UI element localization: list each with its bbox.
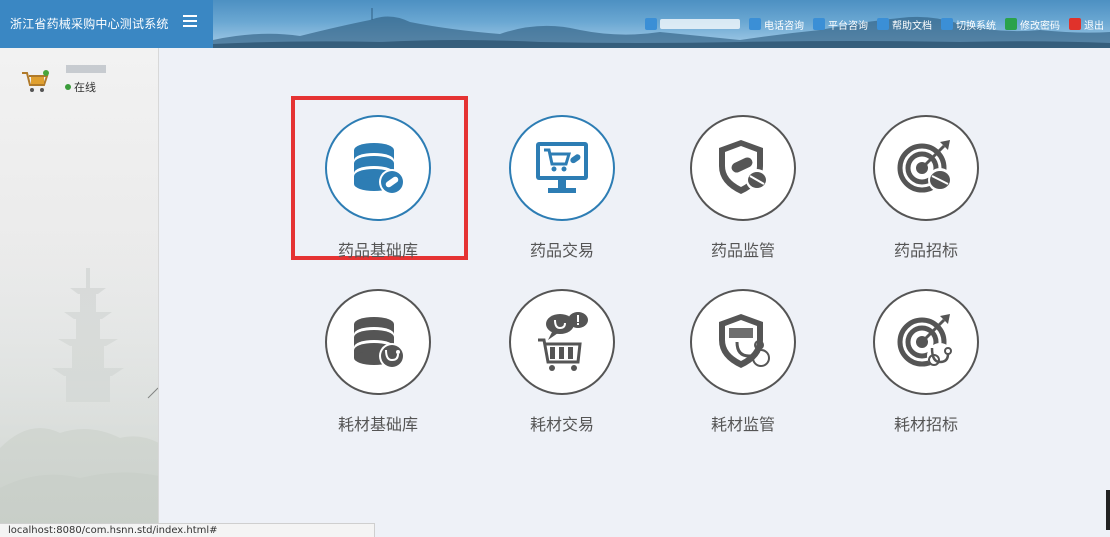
platform-consult-link[interactable]: 平台咨询 [813,17,868,32]
module-consumable-bidding-circle[interactable] [873,289,979,395]
online-status-label: 在线 [74,81,96,94]
module-consumable-trade-circle[interactable] [509,289,615,395]
cart-monitor-icon [536,142,588,193]
header-links: 电话咨询 平台咨询 帮助文档 切换系统 修改密码 退出 [645,0,1104,48]
module-consumable-database[interactable]: 耗材基础库 [303,289,453,435]
module-consumable-supervision-label: 耗材监管 [710,415,775,434]
module-drug-trade-circle[interactable] [509,115,615,221]
phone-consult-link[interactable]: 电话咨询 [749,17,804,32]
database-pill-icon [354,143,405,195]
module-drug-trade-label: 药品交易 [529,241,594,260]
module-drug-supervision[interactable]: 药品监管 [668,115,818,261]
help-doc-link[interactable]: 帮助文档 [877,17,932,32]
browser-status-url: localhost:8080/com.hsnn.std/index.html# [0,523,375,537]
cart-chat-icon [538,312,588,371]
module-drug-supervision-label: 药品监管 [710,241,775,260]
lock-icon [1005,18,1017,30]
module-drug-bidding[interactable]: 药品招标 [851,115,1001,261]
module-drug-database-label: 药品基础库 [337,241,418,260]
user-info [645,18,740,30]
phone-icon [749,18,761,30]
menu-toggle-icon[interactable] [183,15,197,27]
module-consumable-supervision[interactable]: 耗材监管 [668,289,818,435]
switch-system-label: 切换系统 [956,20,996,32]
module-consumable-supervision-circle[interactable] [690,289,796,395]
module-drug-bidding-label: 药品招标 [893,241,958,260]
platform-consult-label: 平台咨询 [828,20,868,32]
username-redacted [660,19,740,29]
module-drug-trade[interactable]: 药品交易 [487,115,637,261]
phone-consult-label: 电话咨询 [764,20,804,32]
module-drug-database-circle[interactable] [325,115,431,221]
change-password-link[interactable]: 修改密码 [1005,17,1060,32]
logout-icon [1069,18,1081,30]
pagoda-landscape-image [0,228,158,537]
user-avatar-cart-icon [22,70,49,92]
module-consumable-trade-label: 耗材交易 [529,415,594,434]
module-drug-bidding-circle[interactable] [873,115,979,221]
database-stethoscope-icon [354,317,405,369]
change-password-label: 修改密码 [1020,20,1060,32]
chat-icon [813,18,825,30]
module-consumable-trade[interactable]: 耗材交易 [487,289,637,435]
user-icon [645,18,657,30]
shield-pill-icon [719,140,768,194]
logout-link[interactable]: 退出 [1069,17,1104,32]
right-edge-scrollbar[interactable] [1106,490,1110,530]
sidebar-username-redacted [66,65,106,73]
switch-icon [941,18,953,30]
app-title: 浙江省药械采购中心测试系统 [0,0,213,48]
target-pill-icon [897,140,952,193]
switch-system-link[interactable]: 切换系统 [941,17,996,32]
online-status: 在线 [65,79,96,95]
online-dot-icon [65,84,71,90]
help-icon [877,18,889,30]
module-consumable-database-circle[interactable] [325,289,431,395]
shield-stethoscope-icon [719,314,770,368]
top-header: 浙江省药械采购中心测试系统 电话咨询 平台咨询 帮助文档 切换系统 修改密码 退… [0,0,1110,48]
module-consumable-bidding-label: 耗材招标 [893,415,958,434]
help-doc-label: 帮助文档 [892,20,932,32]
module-consumable-database-label: 耗材基础库 [337,415,418,434]
module-drug-supervision-circle[interactable] [690,115,796,221]
left-sidebar: 在线 [0,48,159,537]
target-stethoscope-icon [897,314,953,369]
module-drug-database[interactable]: 药品基础库 [303,115,453,261]
logout-label: 退出 [1084,20,1104,32]
module-consumable-bidding[interactable]: 耗材招标 [851,289,1001,435]
